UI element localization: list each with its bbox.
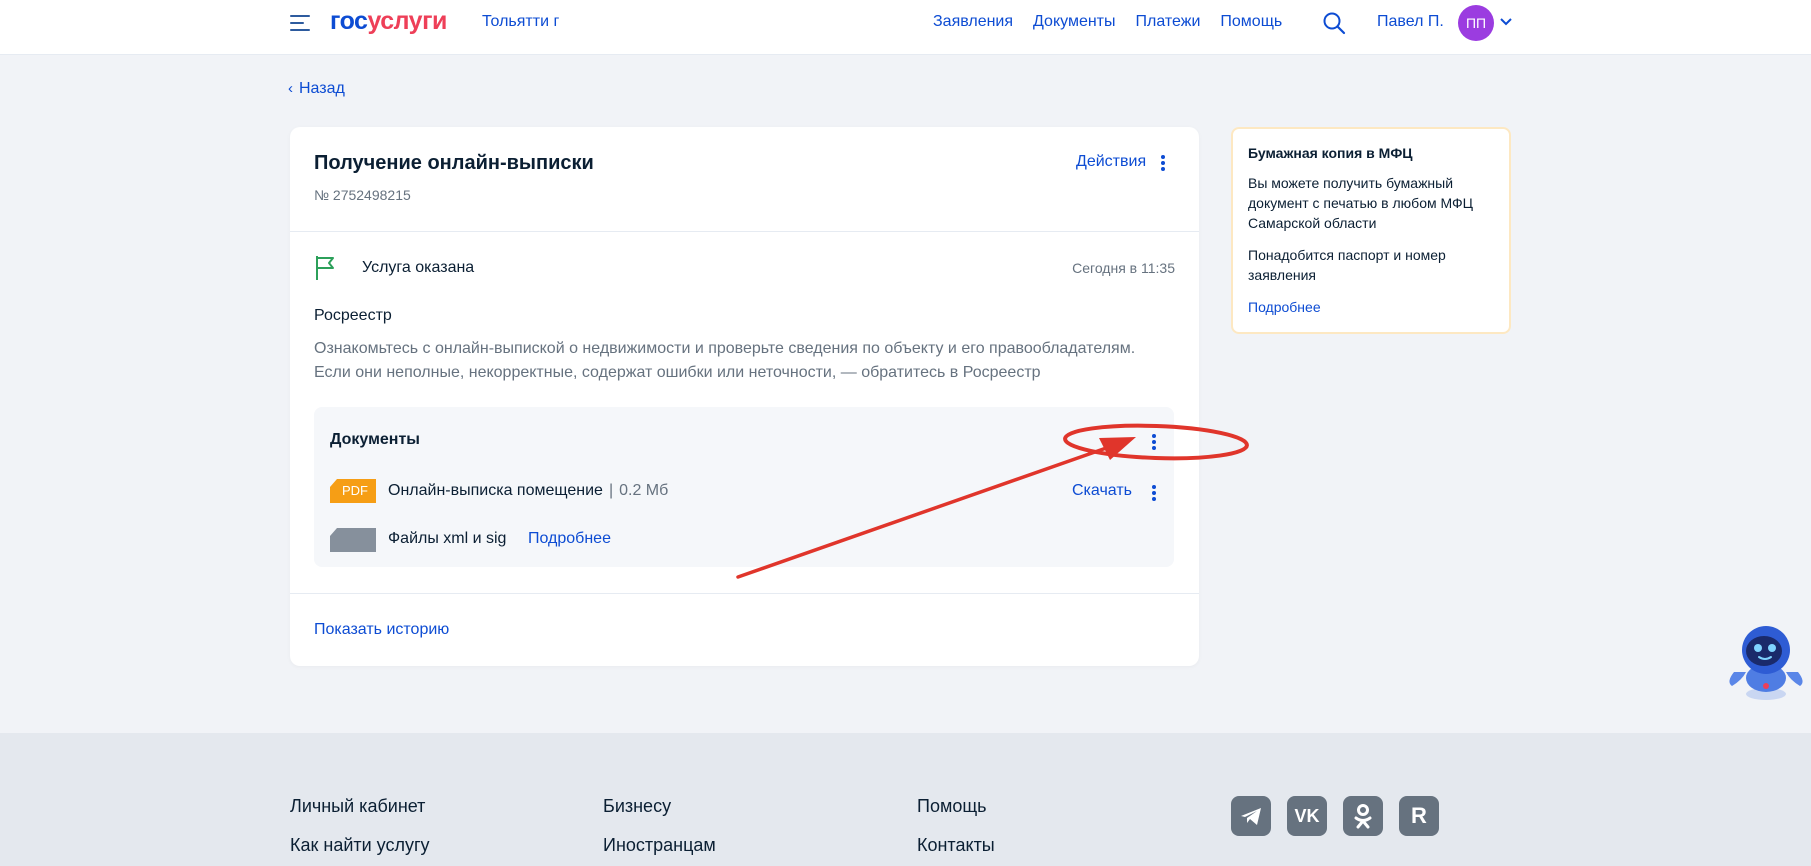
xml-sig-files-label: Файлы xml и sig [388, 530, 507, 547]
chevron-down-icon[interactable] [1499, 15, 1513, 29]
telegram-icon[interactable] [1231, 796, 1271, 836]
footer-col-3: Помощь Контакты [917, 796, 995, 866]
divider [290, 593, 1199, 594]
mfc-requirements-text: Понадобится паспорт и номер заявления [1248, 247, 1446, 283]
document-kebab-icon[interactable] [1152, 485, 1156, 501]
pdf-file-icon: PDF [330, 479, 376, 503]
documents-panel: Документы PDF Онлайн-выписка помещение | 0… [314, 407, 1174, 567]
nav-applications[interactable]: Заявления [933, 13, 1013, 30]
nav-help[interactable]: Помощь [1220, 13, 1282, 30]
footer-link-foreigners[interactable]: Иностранцам [603, 835, 716, 856]
mfc-more-link[interactable]: Подробнее [1248, 299, 1321, 315]
nav-documents[interactable]: Документы [1033, 13, 1115, 30]
footer-link-cabinet[interactable]: Личный кабинет [290, 796, 430, 817]
robot-assistant-icon[interactable] [1724, 620, 1808, 704]
footer-link-find-service[interactable]: Как найти услугу [290, 835, 430, 856]
document-name[interactable]: Онлайн-выписка помещение | 0.2 Мб [388, 482, 668, 500]
documents-title: Документы [330, 431, 420, 448]
top-header: госуслуги Тольятти г Заявления Документы П… [0, 0, 1811, 55]
search-icon[interactable] [1322, 11, 1346, 35]
avatar[interactable]: ПП [1458, 5, 1494, 41]
burger-menu-icon[interactable] [290, 14, 312, 32]
documents-kebab-icon[interactable] [1152, 434, 1156, 450]
divider [290, 231, 1199, 232]
mfc-title: Бумажная копия в МФЦ [1248, 145, 1413, 161]
application-number: № 2752498215 [314, 187, 411, 203]
footer [0, 733, 1811, 866]
status-text: Услуга оказана [362, 259, 475, 276]
chevron-left-icon: ‹ [288, 80, 293, 97]
mfc-text: Вы можете получить бумажный документ с п… [1248, 175, 1474, 231]
download-link[interactable]: Скачать [1072, 482, 1132, 500]
rutube-icon[interactable]: R [1399, 796, 1439, 836]
application-card: Получение онлайн-выписки № 2752498215 Де… [290, 127, 1199, 666]
user-name[interactable]: Павел П. [1377, 13, 1444, 31]
mfc-info-card: Бумажная копия в МФЦ Вы можете получить … [1231, 127, 1511, 334]
footer-col-2: Бизнесу Иностранцам [603, 796, 716, 866]
file-size: 0.2 Мб [619, 482, 669, 499]
flag-icon [316, 256, 334, 280]
files-more-link[interactable]: Подробнее [528, 530, 611, 548]
status-timestamp: Сегодня в 11:35 [1072, 260, 1175, 276]
footer-link-help[interactable]: Помощь [917, 796, 995, 817]
xml-sig-file-icon [330, 528, 376, 552]
gosuslugi-logo[interactable]: госуслуги [330, 7, 447, 36]
nav-payments[interactable]: Платежи [1136, 13, 1201, 30]
page-title: Получение онлайн-выписки [314, 152, 594, 174]
top-nav: Заявления Документы Платежи Помощь [933, 13, 1302, 31]
actions-button[interactable]: Действия [1076, 153, 1146, 171]
back-link[interactable]: ‹ Назад [288, 80, 345, 98]
footer-link-contacts[interactable]: Контакты [917, 835, 995, 856]
vk-icon[interactable]: VK [1287, 796, 1327, 836]
service-description: Ознакомьтесь с онлайн-выпиской о недвижи… [314, 340, 1136, 381]
organization-name: Росреестр [314, 307, 392, 324]
city-selector[interactable]: Тольятти г [482, 13, 559, 31]
footer-link-business[interactable]: Бизнесу [603, 796, 716, 817]
footer-col-1: Личный кабинет Как найти услугу [290, 796, 430, 866]
ok-icon[interactable] [1343, 796, 1383, 836]
actions-kebab-icon[interactable] [1161, 155, 1165, 171]
show-history-link[interactable]: Показать историю [314, 621, 449, 639]
